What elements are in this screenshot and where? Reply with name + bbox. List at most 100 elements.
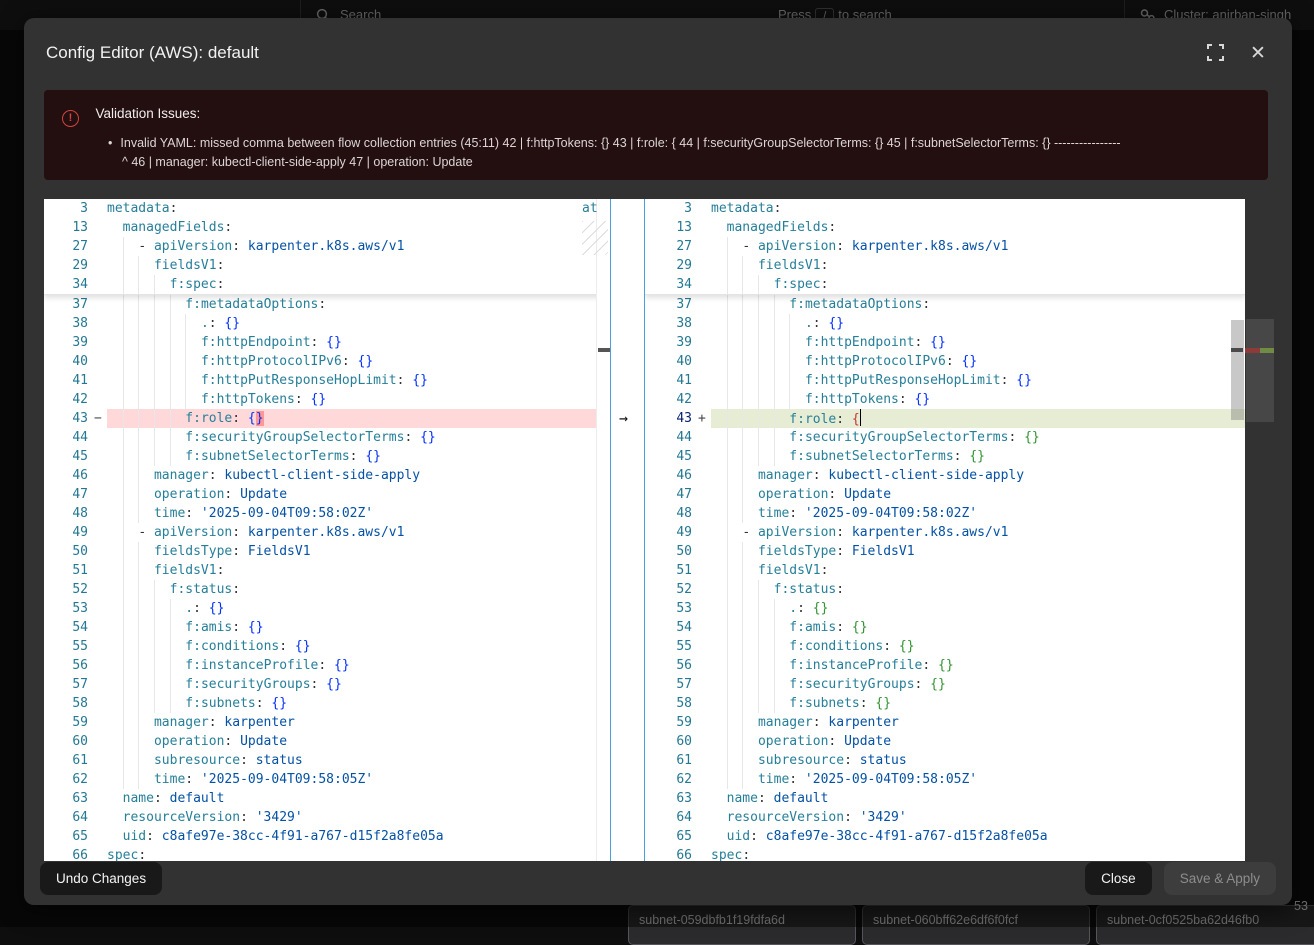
- save-apply-button[interactable]: Save & Apply: [1164, 862, 1276, 895]
- code-line[interactable]: 57f:securityGroups: {}: [645, 675, 1245, 694]
- code-line[interactable]: 40f:httpProtocolIPv6: {}: [645, 352, 1245, 371]
- code-token: manager: [758, 468, 813, 483]
- code-line[interactable]: 59manager: karpenter: [645, 713, 1245, 732]
- code-line[interactable]: 39f:httpEndpoint: {}: [44, 333, 610, 352]
- code-line[interactable]: 52f:status:: [645, 580, 1245, 599]
- original-pane-scrollbar[interactable]: [596, 199, 610, 861]
- config-editor-modal: Config Editor (AWS): default ✕ ! Validat…: [24, 18, 1292, 905]
- code-line[interactable]: 3metadata:: [645, 199, 1245, 218]
- code-line[interactable]: 56f:instanceProfile: {}: [645, 656, 1245, 675]
- code-line[interactable]: 60operation: Update: [44, 732, 610, 751]
- code-line[interactable]: 50fieldsType: FieldsV1: [645, 542, 1245, 561]
- code-line[interactable]: 43−f:role: {}: [44, 409, 610, 428]
- code-line[interactable]: 51fieldsV1:: [44, 561, 610, 580]
- code-line[interactable]: 64resourceVersion: '3429': [645, 808, 1245, 827]
- code-line[interactable]: 57f:securityGroups: {}: [44, 675, 610, 694]
- code-line[interactable]: 40f:httpProtocolIPv6: {}: [44, 352, 610, 371]
- code-line[interactable]: 44f:securityGroupSelectorTerms: {}: [44, 428, 610, 447]
- code-line[interactable]: 46manager: kubectl-client-side-apply: [645, 466, 1245, 485]
- code-line[interactable]: 58f:subnets: {}: [44, 694, 610, 713]
- close-icon[interactable]: ✕: [1248, 44, 1268, 64]
- code-line[interactable]: 27- apiVersion: karpenter.k8s.aws/v1: [44, 237, 610, 256]
- code-line[interactable]: 38.: {}: [645, 314, 1245, 333]
- fullscreen-icon[interactable]: [1207, 44, 1227, 64]
- code-line[interactable]: 59manager: karpenter: [44, 713, 610, 732]
- code-line-content: fieldsType: FieldsV1: [107, 542, 610, 561]
- code-line[interactable]: 41f:httpPutResponseHopLimit: {}: [44, 371, 610, 390]
- code-line[interactable]: 53.: {}: [645, 599, 1245, 618]
- code-line[interactable]: 34f:spec:: [645, 275, 1245, 294]
- code-line[interactable]: 45f:subnetSelectorTerms: {}: [44, 447, 610, 466]
- code-line[interactable]: 62time: '2025-09-04T09:58:05Z': [44, 770, 610, 789]
- code-line[interactable]: 62time: '2025-09-04T09:58:05Z': [645, 770, 1245, 789]
- diff-overview-ruler[interactable]: [1245, 199, 1275, 861]
- code-line[interactable]: 45f:subnetSelectorTerms: {}: [645, 447, 1245, 466]
- alert-title: Validation Issues:: [95, 106, 200, 121]
- scrollbar-slider[interactable]: [598, 348, 610, 352]
- code-line[interactable]: 39f:httpEndpoint: {}: [645, 333, 1245, 352]
- code-line[interactable]: 63name: default: [44, 789, 610, 808]
- code-line[interactable]: 44f:securityGroupSelectorTerms: {}: [645, 428, 1245, 447]
- line-number: 63: [44, 789, 94, 808]
- code-line[interactable]: 52f:status:: [44, 580, 610, 599]
- modified-pane-scrollbar[interactable]: [1230, 199, 1245, 861]
- code-line[interactable]: 55f:conditions: {}: [645, 637, 1245, 656]
- code-line[interactable]: 34f:spec:: [44, 275, 610, 294]
- line-number: 45: [44, 447, 94, 466]
- code-token: {}: [962, 449, 985, 464]
- scrollbar-slider[interactable]: [1231, 320, 1244, 420]
- code-line[interactable]: 60operation: Update: [645, 732, 1245, 751]
- line-number: 54: [44, 618, 94, 637]
- code-line[interactable]: 27- apiVersion: karpenter.k8s.aws/v1: [645, 237, 1245, 256]
- code-line[interactable]: 37f:metadataOptions:: [44, 295, 610, 314]
- code-line[interactable]: 42f:httpTokens: {}: [44, 390, 610, 409]
- code-line[interactable]: 63name: default: [645, 789, 1245, 808]
- code-line[interactable]: 56f:instanceProfile: {}: [44, 656, 610, 675]
- code-line[interactable]: 46manager: kubectl-client-side-apply: [44, 466, 610, 485]
- code-line[interactable]: 65uid: c8afe97e-38cc-4f91-a767-d15f2a8fe…: [44, 827, 610, 846]
- code-line[interactable]: 47operation: Update: [645, 485, 1245, 504]
- code-line[interactable]: 43+f:role: {: [645, 409, 1245, 428]
- code-line[interactable]: 64resourceVersion: '3429': [44, 808, 610, 827]
- code-line[interactable]: 37f:metadataOptions:: [645, 295, 1245, 314]
- undo-changes-button[interactable]: Undo Changes: [40, 862, 162, 895]
- code-line[interactable]: 29fieldsV1:: [645, 256, 1245, 275]
- code-token: :: [899, 392, 907, 407]
- code-line[interactable]: 3metadata:: [44, 199, 610, 218]
- code-line[interactable]: 61subresource: status: [645, 751, 1245, 770]
- code-line[interactable]: 66spec:: [44, 846, 610, 861]
- code-token: f:spec: [774, 277, 821, 292]
- code-token: f:metadataOptions: [185, 297, 318, 312]
- code-line[interactable]: 13managedFields:: [645, 218, 1245, 237]
- code-token: f:securityGroups: [185, 677, 310, 692]
- code-line[interactable]: 61subresource: status: [44, 751, 610, 770]
- code-line[interactable]: 48time: '2025-09-04T09:58:02Z': [645, 504, 1245, 523]
- revert-change-arrow-icon[interactable]: →: [619, 409, 628, 428]
- code-line-content: time: '2025-09-04T09:58:05Z': [107, 770, 610, 789]
- code-line[interactable]: 50fieldsType: FieldsV1: [44, 542, 610, 561]
- code-text: subresource: status: [107, 751, 303, 770]
- code-line[interactable]: 65uid: c8afe97e-38cc-4f91-a767-d15f2a8fe…: [645, 827, 1245, 846]
- diff-editor-sash[interactable]: →: [610, 199, 645, 861]
- code-line[interactable]: 47operation: Update: [44, 485, 610, 504]
- code-line[interactable]: 55f:conditions: {}: [44, 637, 610, 656]
- code-line[interactable]: 66spec:: [645, 846, 1245, 861]
- code-line[interactable]: 49- apiVersion: karpenter.k8s.aws/v1: [645, 523, 1245, 542]
- code-line[interactable]: 53.: {}: [44, 599, 610, 618]
- code-line[interactable]: 49- apiVersion: karpenter.k8s.aws/v1: [44, 523, 610, 542]
- code-line[interactable]: 51fieldsV1:: [645, 561, 1245, 580]
- diff-marker: [698, 656, 711, 675]
- code-token: '2025-09-04T09:58:05Z': [193, 772, 373, 787]
- code-line[interactable]: 54f:amis: {}: [44, 618, 610, 637]
- modal-title: Config Editor (AWS): default: [46, 43, 259, 63]
- code-line[interactable]: 13managedFields:: [44, 218, 610, 237]
- code-line[interactable]: 42f:httpTokens: {}: [645, 390, 1245, 409]
- code-line[interactable]: 38.: {}: [44, 314, 610, 333]
- code-line[interactable]: 41f:httpPutResponseHopLimit: {}: [645, 371, 1245, 390]
- line-number: 47: [44, 485, 94, 504]
- code-line[interactable]: 58f:subnets: {}: [645, 694, 1245, 713]
- close-button[interactable]: Close: [1085, 862, 1152, 895]
- code-line[interactable]: 54f:amis: {}: [645, 618, 1245, 637]
- code-line[interactable]: 48time: '2025-09-04T09:58:02Z': [44, 504, 610, 523]
- code-line[interactable]: 29fieldsV1:: [44, 256, 610, 275]
